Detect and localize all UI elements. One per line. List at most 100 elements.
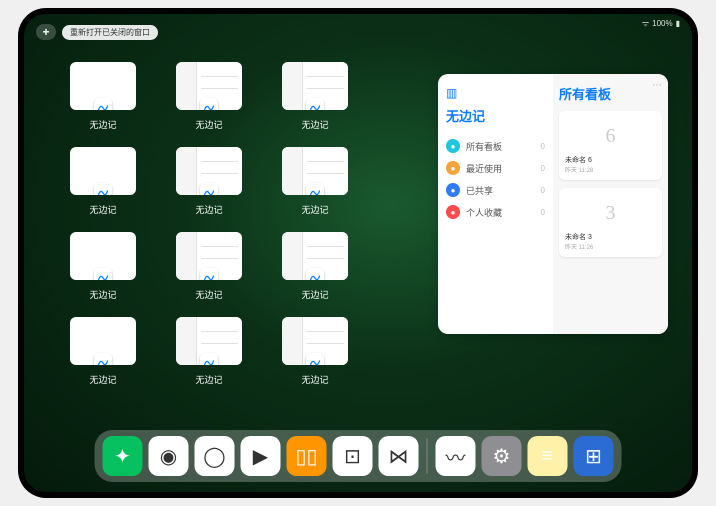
wifi-icon: ᯤ: [642, 18, 649, 29]
freeform-app-icon: [306, 183, 324, 195]
app-thumbnail[interactable]: 无边记: [276, 317, 354, 386]
thumbnail-preview: [176, 232, 242, 280]
boards-title: 所有看板: [559, 84, 662, 103]
dock-app-dice[interactable]: ⊡: [333, 436, 373, 476]
freeform-app-icon: [94, 98, 112, 110]
category-icon: ●: [446, 183, 460, 197]
dock-app-play[interactable]: ▶: [241, 436, 281, 476]
thumbnail-preview: [176, 317, 242, 365]
freeform-app-icon: [200, 98, 218, 110]
thumbnail-preview: [70, 317, 136, 365]
sidebar-item-label: 最近使用: [466, 162, 502, 175]
browser2-icon: ◯: [203, 444, 225, 469]
dock-app-notes[interactable]: ≡: [528, 436, 568, 476]
wechat-icon: ✦: [114, 444, 131, 469]
ipad-screen: ᯤ 100% ▮ + 重新打开已关闭的窗口 无边记无边记无边记无边记无边记无边记…: [24, 14, 692, 492]
dock-app-browser1[interactable]: ◉: [149, 436, 189, 476]
app-thumbnail[interactable]: 无边记: [64, 317, 142, 386]
dock-app-browser2[interactable]: ◯: [195, 436, 235, 476]
notes-icon: ≡: [542, 445, 554, 468]
sidebar-item-label: 已共享: [466, 184, 493, 197]
board-name: 未命名 3: [565, 232, 656, 242]
dock-app-books[interactable]: ▯▯: [287, 436, 327, 476]
dock-app-freeform[interactable]: 〰: [436, 436, 476, 476]
board-date: 昨天 11:28: [565, 165, 656, 174]
item-count: 0: [541, 142, 545, 151]
thumbnail-preview: [282, 232, 348, 280]
item-count: 0: [541, 186, 545, 195]
sidebar-item-所有看板[interactable]: ● 所有看板 0: [446, 135, 545, 157]
thumbnail-label: 无边记: [301, 373, 328, 386]
battery-icon: ▮: [676, 19, 680, 28]
thumbnail-label: 无边记: [195, 118, 222, 131]
library-icon: ⊞: [585, 444, 602, 469]
category-icon: ●: [446, 205, 460, 219]
thumbnail-label: 无边记: [195, 203, 222, 216]
thumbnail-preview: [70, 62, 136, 110]
thumbnail-label: 无边记: [89, 288, 116, 301]
reopen-window-button[interactable]: 重新打开已关闭的窗口: [62, 25, 158, 40]
thumbnail-preview: [70, 232, 136, 280]
battery-label: 100%: [652, 19, 672, 28]
app-thumbnail[interactable]: 无边记: [276, 232, 354, 301]
thumbnail-label: 无边记: [301, 288, 328, 301]
freeform-sidebar-panel: ▥ 无边记 ● 所有看板 0● 最近使用 0● 已共享 0● 个人收藏 0 ⋯ …: [438, 74, 668, 334]
freeform-app-icon: [200, 183, 218, 195]
app-thumbnail[interactable]: 无边记: [64, 147, 142, 216]
thumbnail-preview: [70, 147, 136, 195]
app-thumbnail[interactable]: 无边记: [170, 232, 248, 301]
dock-separator: [427, 438, 428, 474]
thumbnail-label: 无边记: [195, 288, 222, 301]
dock-app-wechat[interactable]: ✦: [103, 436, 143, 476]
category-icon: ●: [446, 161, 460, 175]
browser1-icon: ◉: [160, 444, 177, 469]
board-date: 昨天 11:26: [565, 242, 656, 251]
category-icon: ●: [446, 139, 460, 153]
freeform-app-icon: [94, 268, 112, 280]
sidebar-item-label: 个人收藏: [466, 206, 502, 219]
connect-icon: ⋈: [389, 444, 409, 469]
board-preview: 6: [565, 117, 656, 155]
ipad-frame: ᯤ 100% ▮ + 重新打开已关闭的窗口 无边记无边记无边记无边记无边记无边记…: [18, 8, 698, 498]
boards-column: ⋯ 所有看板 6 未命名 6 昨天 11:28 3 未命名 3 昨天 11:26: [553, 74, 668, 334]
thumbnail-label: 无边记: [195, 373, 222, 386]
dock-app-connect[interactable]: ⋈: [379, 436, 419, 476]
thumbnail-preview: [176, 62, 242, 110]
board-card[interactable]: 3 未命名 3 昨天 11:26: [559, 188, 662, 257]
freeform-app-icon: [306, 353, 324, 365]
more-menu-icon[interactable]: ⋯: [652, 80, 662, 91]
sidebar-item-已共享[interactable]: ● 已共享 0: [446, 179, 545, 201]
sidebar-item-个人收藏[interactable]: ● 个人收藏 0: [446, 201, 545, 223]
status-bar: ᯤ 100% ▮: [642, 18, 680, 29]
app-thumbnail[interactable]: 无边记: [276, 147, 354, 216]
freeform-app-icon: [306, 98, 324, 110]
sidebar-navigation: ▥ 无边记 ● 所有看板 0● 最近使用 0● 已共享 0● 个人收藏 0: [438, 74, 553, 334]
app-thumbnail[interactable]: 无边记: [170, 317, 248, 386]
thumbnail-label: 无边记: [89, 203, 116, 216]
sidebar-toggle-icon[interactable]: ▥: [446, 86, 457, 100]
thumbnail-label: 无边记: [89, 373, 116, 386]
dock: ✦ ◉ ◯ ▶ ▯▯ ⊡ ⋈ 〰⚙ ≡ ⊞: [95, 430, 622, 482]
thumbnail-label: 无边记: [89, 118, 116, 131]
freeform-app-icon: [200, 353, 218, 365]
dock-app-settings[interactable]: ⚙: [482, 436, 522, 476]
sidebar-item-最近使用[interactable]: ● 最近使用 0: [446, 157, 545, 179]
top-controls: + 重新打开已关闭的窗口: [36, 24, 158, 40]
app-thumbnail[interactable]: 无边记: [64, 232, 142, 301]
books-icon: ▯▯: [295, 444, 317, 469]
item-count: 0: [541, 208, 545, 217]
app-thumbnail[interactable]: 无边记: [170, 62, 248, 131]
dice-icon: ⊡: [344, 444, 361, 469]
board-name: 未命名 6: [565, 155, 656, 165]
app-thumbnail[interactable]: 无边记: [170, 147, 248, 216]
app-thumbnail[interactable]: 无边记: [64, 62, 142, 131]
board-card[interactable]: 6 未命名 6 昨天 11:28: [559, 111, 662, 180]
freeform-app-icon: [200, 268, 218, 280]
thumbnail-preview: [282, 147, 348, 195]
freeform-app-icon: [306, 268, 324, 280]
thumbnail-preview: [176, 147, 242, 195]
freeform-app-icon: [94, 183, 112, 195]
dock-app-library[interactable]: ⊞: [574, 436, 614, 476]
app-thumbnail[interactable]: 无边记: [276, 62, 354, 131]
add-button[interactable]: +: [36, 24, 56, 40]
